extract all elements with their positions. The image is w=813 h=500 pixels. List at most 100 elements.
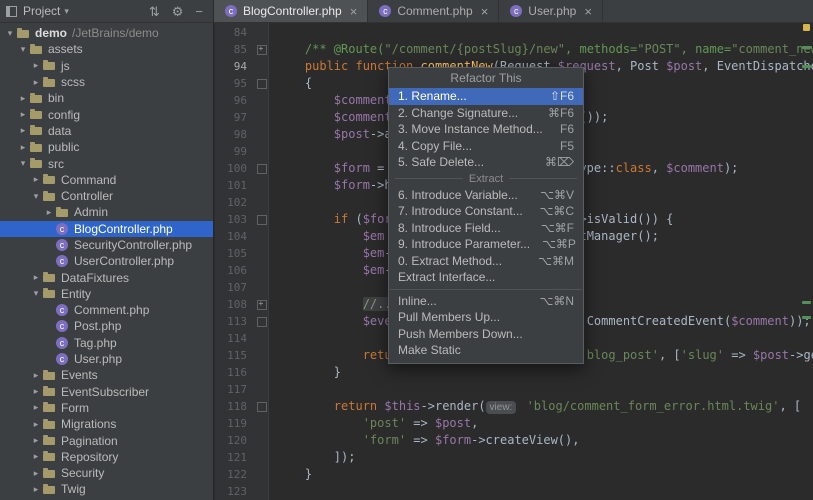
menu-item-shortcut: ⌥⌘P <box>542 237 576 252</box>
code-text: } <box>276 467 313 481</box>
fold-marker <box>255 245 269 262</box>
menu-item[interactable]: 6. Introduce Variable... ⌥⌘V <box>389 187 583 204</box>
close-tab-icon[interactable]: × <box>582 4 594 19</box>
tree-item[interactable]: c Post.php <box>0 318 213 334</box>
chevron-closed-icon[interactable]: ▸ <box>30 60 42 71</box>
expand-collapse-icon[interactable]: ⇅ <box>149 1 160 22</box>
fold-marker[interactable] <box>255 41 269 58</box>
menu-item[interactable]: 0. Extract Method... ⌥⌘M <box>389 253 583 270</box>
tree-item-label: Migrations <box>61 417 117 432</box>
tree-item[interactable]: ▸ config <box>0 106 213 122</box>
fold-marker[interactable] <box>255 160 269 177</box>
line-number: 116 <box>227 366 247 379</box>
chevron-open-icon[interactable]: ▾ <box>30 288 42 299</box>
tree-item[interactable]: ▾ assets <box>0 41 213 57</box>
menu-item[interactable]: 8. Introduce Field... ⌥⌘F <box>389 220 583 237</box>
tree-item[interactable]: ▸ Repository <box>0 449 213 465</box>
tree-item[interactable]: ▸ Events <box>0 367 213 383</box>
project-view-selector[interactable]: Project <box>23 4 60 18</box>
tree-item[interactable]: ▸ public <box>0 139 213 155</box>
tree-item[interactable]: ▸ Migrations <box>0 416 213 432</box>
chevron-closed-icon[interactable]: ▸ <box>43 207 55 218</box>
tree-item[interactable]: c UserController.php <box>0 253 213 269</box>
tree-item[interactable]: ▾ demo /JetBrains/demo <box>0 25 213 41</box>
chevron-closed-icon[interactable]: ▸ <box>30 370 42 381</box>
fold-marker[interactable] <box>255 211 269 228</box>
editor-tab[interactable]: c BlogController.php × <box>214 0 369 22</box>
menu-item[interactable]: 1. Rename... ⇧F6 <box>389 88 583 105</box>
menu-item[interactable]: Make Static <box>389 342 583 359</box>
tree-item[interactable]: ▸ js <box>0 58 213 74</box>
editor-tab[interactable]: c User.php × <box>499 0 603 22</box>
code-text: return $this->render(view: 'blog/comment… <box>333 399 802 414</box>
chevron-closed-icon[interactable]: ▸ <box>30 435 42 446</box>
tree-item[interactable]: ▸ Command <box>0 172 213 188</box>
menu-item[interactable]: Inline... ⌥⌘N <box>389 293 583 310</box>
folder-icon <box>30 141 42 152</box>
fold-marker[interactable] <box>255 75 269 92</box>
chevron-closed-icon[interactable]: ▸ <box>30 174 42 185</box>
tree-item-label: js <box>61 58 70 73</box>
hide-panel-icon[interactable]: − <box>195 1 203 22</box>
tree-item[interactable]: ▾ Entity <box>0 286 213 302</box>
tree-item[interactable]: c SecurityController.php <box>0 237 213 253</box>
close-tab-icon[interactable]: × <box>348 4 360 19</box>
chevron-closed-icon[interactable]: ▸ <box>30 272 42 283</box>
menu-item[interactable]: 5. Safe Delete... ⌘⌦ <box>389 154 583 171</box>
chevron-closed-icon[interactable]: ▸ <box>30 419 42 430</box>
fold-marker[interactable] <box>255 398 269 415</box>
chevron-closed-icon[interactable]: ▸ <box>17 93 29 104</box>
project-tool-window-icon[interactable] <box>6 5 17 17</box>
menu-item[interactable]: 3. Move Instance Method... F6 <box>389 121 583 138</box>
chevron-open-icon[interactable]: ▾ <box>17 158 29 169</box>
chevron-open-icon[interactable]: ▾ <box>4 28 16 39</box>
chevron-open-icon[interactable]: ▾ <box>30 191 42 202</box>
settings-gear-icon[interactable]: ⚙ <box>172 1 184 22</box>
tree-item[interactable]: ▾ Controller <box>0 188 213 204</box>
chevron-closed-icon[interactable]: ▸ <box>30 451 42 462</box>
chevron-closed-icon[interactable]: ▸ <box>17 109 29 120</box>
tree-item[interactable]: c BlogController.php <box>0 220 213 237</box>
fold-marker <box>255 58 269 75</box>
chevron-closed-icon[interactable]: ▸ <box>17 125 29 136</box>
menu-section-extract: Extract <box>389 171 583 187</box>
menu-item[interactable]: Pull Members Up... <box>389 309 583 326</box>
tree-item[interactable]: ▾ src <box>0 155 213 171</box>
tree-item[interactable]: ▸ data <box>0 123 213 139</box>
chevron-closed-icon[interactable]: ▸ <box>30 77 42 88</box>
fold-marker[interactable] <box>255 313 269 330</box>
tree-item[interactable]: ▸ DataFixtures <box>0 269 213 285</box>
menu-item[interactable]: Extract Interface... <box>389 269 583 286</box>
tree-item[interactable]: ▸ Security <box>0 465 213 481</box>
chevron-down-icon[interactable]: ▾ <box>64 6 69 17</box>
tree-item[interactable]: ▸ Form <box>0 400 213 416</box>
tree-item[interactable]: ▸ EventSubscriber <box>0 384 213 400</box>
code-line: 121 ]); <box>215 449 813 466</box>
menu-item[interactable]: 9. Introduce Parameter... ⌥⌘P <box>389 236 583 253</box>
tree-item[interactable]: ▸ bin <box>0 90 213 106</box>
menu-item[interactable]: 2. Change Signature... ⌘F6 <box>389 105 583 122</box>
fold-marker[interactable] <box>255 296 269 313</box>
menu-item[interactable]: 7. Introduce Constant... ⌥⌘C <box>389 203 583 220</box>
chevron-closed-icon[interactable]: ▸ <box>30 386 42 397</box>
line-number: 105 <box>227 247 247 260</box>
menu-item[interactable]: 4. Copy File... F5 <box>389 138 583 155</box>
tree-item[interactable]: c Tag.php <box>0 335 213 351</box>
fold-marker <box>255 126 269 143</box>
editor-tab[interactable]: c Comment.php × <box>368 0 500 22</box>
chevron-closed-icon[interactable]: ▸ <box>30 484 42 495</box>
menu-item-label: 1. Rename... <box>398 89 467 104</box>
tree-item[interactable]: c User.php <box>0 351 213 367</box>
chevron-closed-icon[interactable]: ▸ <box>17 142 29 153</box>
chevron-open-icon[interactable]: ▾ <box>17 44 29 55</box>
tree-item[interactable]: ▸ Admin <box>0 204 213 220</box>
tree-item-label: DataFixtures <box>61 270 130 285</box>
tree-item[interactable]: ▸ scss <box>0 74 213 90</box>
menu-item[interactable]: Push Members Down... <box>389 326 583 343</box>
tree-item[interactable]: ▸ Pagination <box>0 432 213 448</box>
chevron-closed-icon[interactable]: ▸ <box>30 468 42 479</box>
close-tab-icon[interactable]: × <box>479 4 491 19</box>
tree-item[interactable]: c Comment.php <box>0 302 213 318</box>
chevron-closed-icon[interactable]: ▸ <box>30 402 42 413</box>
tree-item[interactable]: ▸ Twig <box>0 481 213 497</box>
